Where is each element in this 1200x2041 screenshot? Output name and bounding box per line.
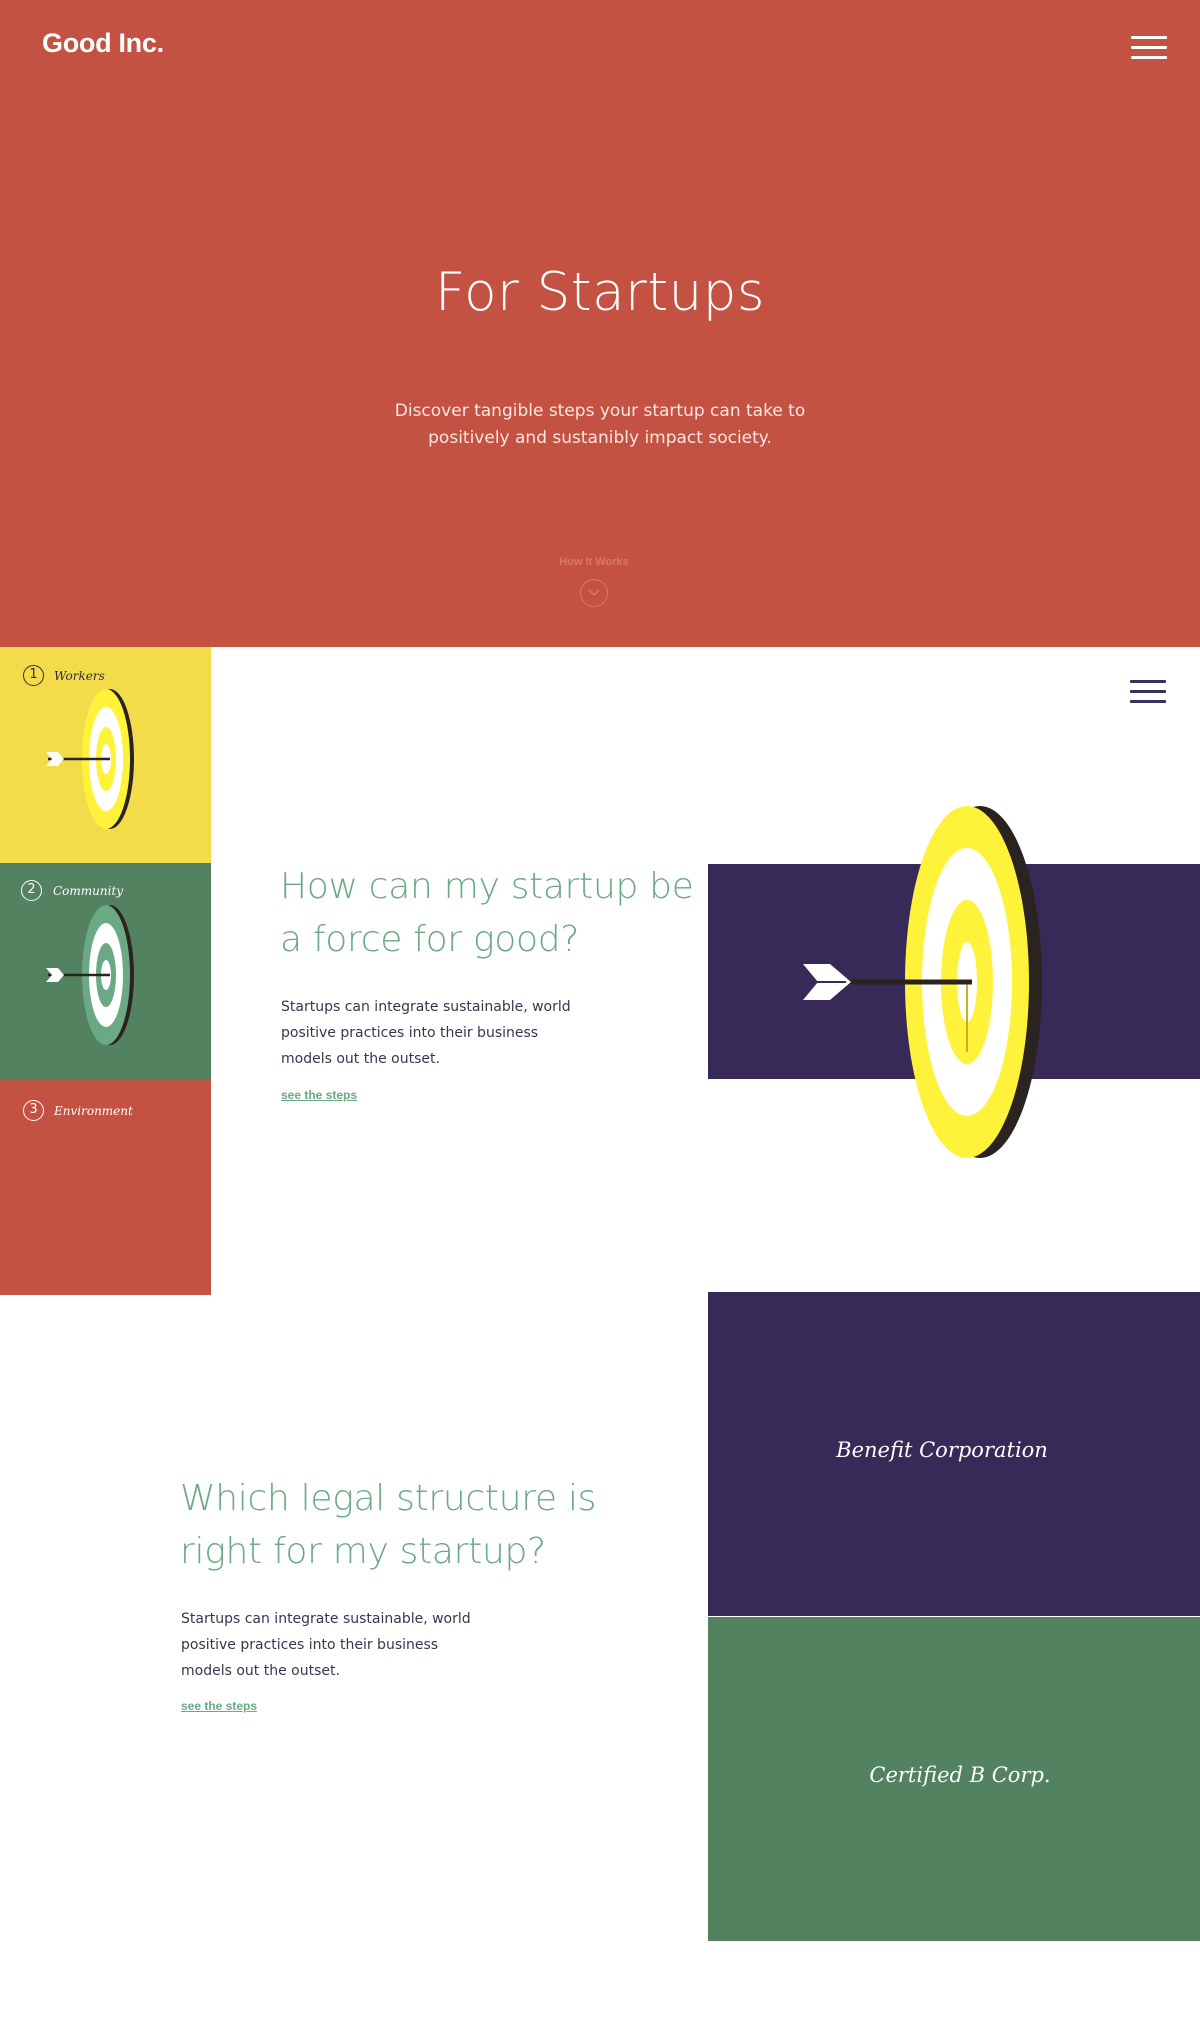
card-label: Benefit Corporation	[836, 1438, 1048, 1462]
certified-b-corp-card[interactable]: Certified B Corp.	[708, 1617, 1200, 1941]
step-number: 2	[21, 880, 42, 901]
step-nav-community[interactable]: 2 Community	[0, 863, 211, 1079]
hamburger-icon[interactable]	[1131, 34, 1167, 60]
hero-section: Good Inc. For Startups Discover tangible…	[0, 0, 1200, 647]
see-steps-link[interactable]: see the steps	[181, 1699, 257, 1713]
step-label: Workers	[54, 669, 105, 683]
hamburger-icon[interactable]	[1130, 678, 1166, 704]
section-title: How can my startup be a force for good?	[280, 866, 694, 960]
see-steps-link[interactable]: see the steps	[281, 1088, 357, 1102]
target-arrow-icon	[46, 689, 134, 829]
section-title: Which legal structure is right for my st…	[180, 1478, 597, 1572]
step-nav-workers[interactable]: 1 Workers	[0, 647, 211, 863]
section-body: Startups can integrate sustainable, worl…	[281, 999, 571, 1067]
step-label: Environment	[54, 1104, 133, 1118]
step-nav-environment[interactable]: 3 Environment	[0, 1079, 211, 1295]
how-it-works-link[interactable]: How It Works	[0, 556, 1188, 568]
step-label: Community	[53, 884, 124, 898]
section-body: Startups can integrate sustainable, worl…	[181, 1611, 471, 1679]
target-arrow-icon	[46, 905, 134, 1045]
hero-description: Discover tangible steps your startup can…	[394, 401, 806, 448]
chevron-down-icon[interactable]	[580, 579, 608, 607]
card-label: Certified B Corp.	[869, 1763, 1051, 1787]
target-arrow-icon	[803, 806, 1042, 1158]
benefit-corporation-card[interactable]: Benefit Corporation	[708, 1292, 1200, 1616]
step-number: 1	[23, 665, 44, 686]
logo[interactable]: Good Inc.	[42, 28, 164, 59]
page-title: For Startups	[435, 262, 765, 323]
step-number: 3	[23, 1100, 44, 1121]
